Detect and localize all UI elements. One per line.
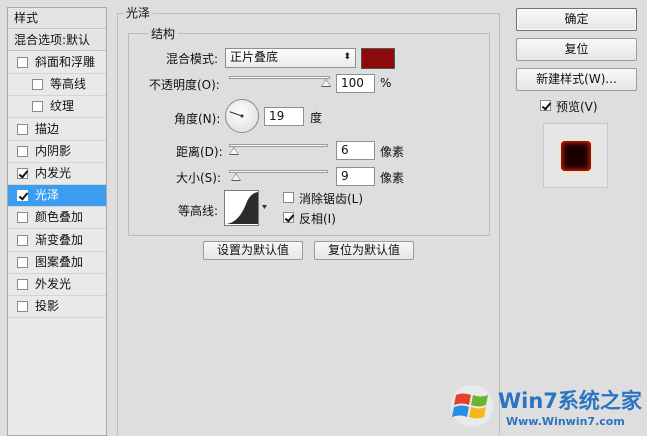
sidebar-item[interactable]: 斜面和浮雕 <box>8 52 106 74</box>
contour-label: 等高线: <box>178 204 219 218</box>
select-arrows-icon: ⬍ <box>343 52 351 62</box>
opacity-label: 不透明度(O): <box>149 78 220 92</box>
preview-checkbox[interactable] <box>540 100 551 111</box>
blend-mode-label: 混合模式: <box>166 52 219 66</box>
sidebar-item[interactable]: 渐变叠加 <box>8 230 106 252</box>
size-slider-track[interactable] <box>229 170 328 173</box>
set-default-button[interactable]: 设置为默认值 <box>203 241 303 260</box>
blend-options-item[interactable]: 混合选项:默认 <box>8 30 106 51</box>
structure-title: 结构 <box>148 25 179 42</box>
sidebar-item[interactable]: 内发光 <box>8 163 106 185</box>
sidebar-item-label: 斜面和浮雕 <box>35 55 96 69</box>
preview-swatch <box>561 141 591 171</box>
invert-checkbox[interactable] <box>283 212 294 223</box>
sidebar-item-label: 等高线 <box>50 77 87 92</box>
sidebar-item-label: 内发光 <box>35 166 72 180</box>
blend-mode-value: 正片叠底 <box>230 50 279 64</box>
size-slider-thumb[interactable] <box>231 173 241 181</box>
distance-slider-thumb[interactable] <box>229 147 239 155</box>
sidebar-item-label: 投影 <box>35 299 60 314</box>
sidebar-item-label: 颜色叠加 <box>35 210 84 225</box>
antialias-label: 消除锯齿(L) <box>299 192 364 206</box>
sidebar-item-checkbox[interactable] <box>17 212 28 224</box>
sidebar-item[interactable]: 外发光 <box>8 274 106 296</box>
angle-input[interactable]: 19 <box>264 107 304 126</box>
sidebar-item-label: 内阴影 <box>35 143 72 158</box>
sidebar-item-checkbox[interactable] <box>17 256 28 268</box>
styles-list: 样式 混合选项:默认 斜面和浮雕等高线纹理描边内阴影内发光光泽颜色叠加渐变叠加图… <box>7 7 107 436</box>
sidebar-item[interactable]: 图案叠加 <box>8 252 106 274</box>
sidebar-item-label: 描边 <box>35 121 60 136</box>
windows-logo-icon <box>451 385 493 427</box>
sidebar-item[interactable]: 纹理 <box>8 96 106 119</box>
angle-dial[interactable] <box>224 98 260 134</box>
contour-curve-icon <box>224 190 267 226</box>
sidebar-item-checkbox[interactable] <box>32 101 43 113</box>
sidebar-item-checkbox[interactable] <box>17 168 28 179</box>
sidebar-item-checkbox[interactable] <box>17 145 28 157</box>
size-input[interactable]: 9 <box>336 167 375 186</box>
sidebar-item[interactable]: 光泽 <box>8 185 106 208</box>
preview-label: 预览(V) <box>556 100 598 114</box>
size-label: 大小(S): <box>176 171 222 185</box>
sidebar-item[interactable]: 内阴影 <box>8 141 106 163</box>
opacity-input[interactable]: 100 <box>336 74 375 93</box>
sidebar-item-label: 渐变叠加 <box>35 232 84 247</box>
angle-unit: 度 <box>310 111 323 125</box>
opacity-slider-track[interactable] <box>229 76 330 79</box>
style-preview <box>543 123 608 188</box>
sidebar-item-label: 光泽 <box>35 188 60 203</box>
watermark-brand: Win7系统之家 <box>498 389 642 413</box>
new-style-button[interactable]: 新建样式(W)... <box>516 68 637 91</box>
blend-color-swatch[interactable] <box>361 48 395 69</box>
sidebar-item-checkbox[interactable] <box>17 57 28 68</box>
distance-input[interactable]: 6 <box>336 141 375 160</box>
sidebar-item-checkbox[interactable] <box>17 234 28 246</box>
distance-unit: 像素 <box>380 145 405 159</box>
ok-button[interactable]: 确定 <box>516 8 637 31</box>
antialias-checkbox[interactable] <box>283 192 294 203</box>
angle-label: 角度(N): <box>174 112 221 126</box>
size-unit: 像素 <box>380 171 405 185</box>
sidebar-item-checkbox[interactable] <box>17 279 28 290</box>
sidebar-item[interactable]: 描边 <box>8 119 106 141</box>
sidebar-item-label: 纹理 <box>50 99 75 114</box>
sidebar-item-checkbox[interactable] <box>17 301 28 313</box>
opacity-unit: % <box>380 76 392 90</box>
sidebar-item-label: 外发光 <box>35 277 72 291</box>
invert-label: 反相(I) <box>299 212 336 226</box>
sidebar-item-checkbox[interactable] <box>32 79 43 91</box>
sidebar-item[interactable]: 投影 <box>8 296 106 319</box>
contour-picker[interactable] <box>224 190 268 226</box>
reset-default-button[interactable]: 复位为默认值 <box>314 241 414 260</box>
blend-mode-select[interactable]: 正片叠底 ⬍ <box>225 48 356 68</box>
reset-button[interactable]: 复位 <box>516 38 637 61</box>
gloss-title: 光泽 <box>123 4 154 21</box>
watermark-url: Www.Winwin7.com <box>506 415 625 428</box>
styles-header[interactable]: 样式 <box>8 8 106 29</box>
distance-slider-track[interactable] <box>229 144 328 147</box>
sidebar-item-checkbox[interactable] <box>17 123 28 135</box>
sidebar-item[interactable]: 颜色叠加 <box>8 207 106 230</box>
sidebar-item[interactable]: 等高线 <box>8 74 106 97</box>
sidebar-item-checkbox[interactable] <box>17 190 28 202</box>
opacity-slider-thumb[interactable] <box>321 79 331 87</box>
watermark: Win7系统之家 Www.Winwin7.com <box>450 378 647 434</box>
distance-label: 距离(D): <box>176 145 223 159</box>
sidebar-item-label: 图案叠加 <box>35 254 84 269</box>
